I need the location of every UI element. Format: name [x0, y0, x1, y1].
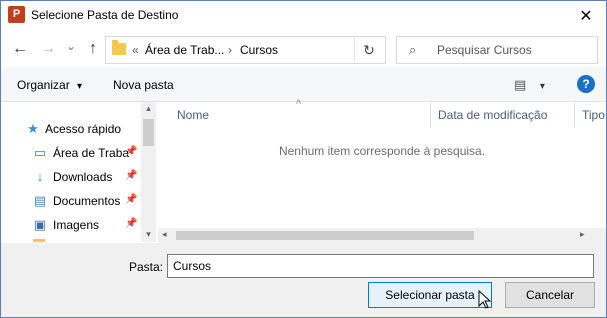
- download-icon: ↓: [36, 169, 44, 184]
- column-header-name[interactable]: Nome: [177, 102, 427, 128]
- dialog-window: P Selecione Pasta de Destino ✕ ← → ⌄ ↑ «…: [0, 0, 607, 318]
- recent-locations-button[interactable]: ⌄: [65, 36, 77, 56]
- organize-button[interactable]: Organizar ▾: [17, 78, 82, 92]
- pin-icon: 📌: [125, 146, 138, 157]
- address-divider: [354, 37, 355, 63]
- address-row: ← → ⌄ ↑ « Área de Trab... › Cursos ↻ ⌕ P…: [1, 31, 606, 67]
- pin-icon: 📌: [125, 170, 138, 181]
- pin-icon: 📌: [125, 194, 138, 205]
- desktop-icon: ▭: [33, 145, 47, 160]
- search-icon: ⌕: [409, 42, 417, 57]
- select-folder-button[interactable]: Selecionar pasta: [368, 282, 492, 308]
- overflow-chevron-icon[interactable]: «: [132, 43, 139, 57]
- folder-icon: [112, 40, 126, 55]
- column-divider[interactable]: [574, 102, 575, 128]
- nav-item-images[interactable]: ▣ Imagens 📌: [1, 214, 141, 236]
- breadcrumb-cursos[interactable]: Cursos: [240, 43, 278, 57]
- scroll-right-icon[interactable]: ▸: [580, 229, 585, 240]
- folder-icon: [33, 239, 45, 242]
- navigation-pane: ★ Acesso rápido ▭ Área de Traba 📌 ↓ Down…: [1, 102, 157, 242]
- nav-scrollbar-thumb[interactable]: [143, 119, 154, 146]
- close-button[interactable]: ✕: [566, 1, 606, 31]
- back-button[interactable]: ←: [11, 39, 29, 59]
- window-title: Selecione Pasta de Destino: [31, 8, 179, 22]
- column-divider[interactable]: [430, 102, 431, 128]
- nav-item-downloads[interactable]: ↓ Downloads 📌: [1, 166, 141, 188]
- scroll-down-icon[interactable]: ▾: [141, 229, 156, 240]
- column-header-type[interactable]: Tipo: [582, 102, 606, 128]
- refresh-button[interactable]: ↻: [360, 41, 378, 59]
- list-scrollbar-thumb[interactable]: [176, 231, 474, 240]
- details-view-icon: ▤: [514, 77, 527, 92]
- organize-caret-icon: ▾: [77, 81, 83, 92]
- list-horizontal-scrollbar[interactable]: ◂ ▸: [158, 228, 606, 243]
- nav-item-label: Acesso rápido: [45, 122, 122, 136]
- nav-item-label: Área de Traba: [53, 146, 130, 160]
- search-box[interactable]: ⌕ Pesquisar Cursos: [396, 36, 598, 64]
- folder-input[interactable]: Cursos: [167, 254, 594, 278]
- mouse-pointer-icon: [478, 290, 492, 309]
- nav-scrollbar[interactable]: ▴ ▾: [141, 102, 156, 242]
- command-bar: Organizar ▾ Nova pasta ▤ ▾ ?: [1, 67, 606, 102]
- close-icon: ✕: [579, 8, 593, 25]
- up-button[interactable]: ↑: [84, 39, 102, 59]
- scroll-left-icon[interactable]: ◂: [162, 229, 167, 240]
- nav-item-label: Downloads: [53, 170, 113, 184]
- folder-input-value: Cursos: [173, 259, 212, 273]
- folder-label: Pasta:: [129, 260, 164, 274]
- nav-item-desktop[interactable]: ▭ Área de Traba 📌: [1, 142, 141, 164]
- view-options-button[interactable]: ▤ ▾: [514, 77, 545, 93]
- address-bar[interactable]: « Área de Trab... › Cursos ↻: [105, 36, 386, 64]
- nav-item-label: Imagens: [53, 218, 100, 232]
- nav-item-label: Documentos: [53, 194, 121, 208]
- chevron-down-icon: ⌄: [65, 39, 77, 53]
- file-list: ^ Nome Data de modificação Tipo Nenhum i…: [158, 98, 606, 242]
- help-icon: ?: [582, 77, 590, 91]
- document-icon: ▤: [33, 193, 47, 208]
- empty-message: Nenhum item corresponde à pesquisa.: [278, 144, 486, 158]
- cancel-button[interactable]: Cancelar: [505, 282, 595, 308]
- new-folder-button[interactable]: Nova pasta: [113, 78, 174, 92]
- nav-item-quick-access[interactable]: ★ Acesso rápido: [1, 118, 141, 140]
- search-placeholder: Pesquisar Cursos: [437, 43, 532, 57]
- column-header-modified[interactable]: Data de modificação: [438, 102, 573, 128]
- powerpoint-icon: P: [8, 6, 25, 23]
- nav-item-documents[interactable]: ▤ Documentos 📌: [1, 190, 141, 212]
- forward-button[interactable]: →: [39, 39, 57, 59]
- back-arrow-icon: ←: [12, 40, 28, 57]
- title-bar: P Selecione Pasta de Destino ✕: [1, 1, 606, 31]
- breadcrumb-desktop[interactable]: Área de Trab...: [145, 43, 224, 57]
- view-caret-icon: ▾: [539, 81, 545, 92]
- organize-label: Organizar: [17, 78, 70, 92]
- dialog-footer: Pasta: Cursos Selecionar pasta Cancelar: [1, 243, 606, 317]
- image-icon: ▣: [33, 217, 47, 232]
- star-icon: ★: [27, 121, 39, 136]
- forward-arrow-icon: →: [40, 40, 56, 57]
- refresh-icon: ↻: [363, 42, 375, 58]
- up-arrow-icon: ↑: [89, 40, 97, 57]
- breadcrumb-separator-icon[interactable]: ›: [228, 43, 232, 57]
- scroll-up-icon[interactable]: ▴: [141, 103, 156, 114]
- pin-icon: 📌: [125, 218, 138, 229]
- help-button[interactable]: ?: [577, 75, 595, 93]
